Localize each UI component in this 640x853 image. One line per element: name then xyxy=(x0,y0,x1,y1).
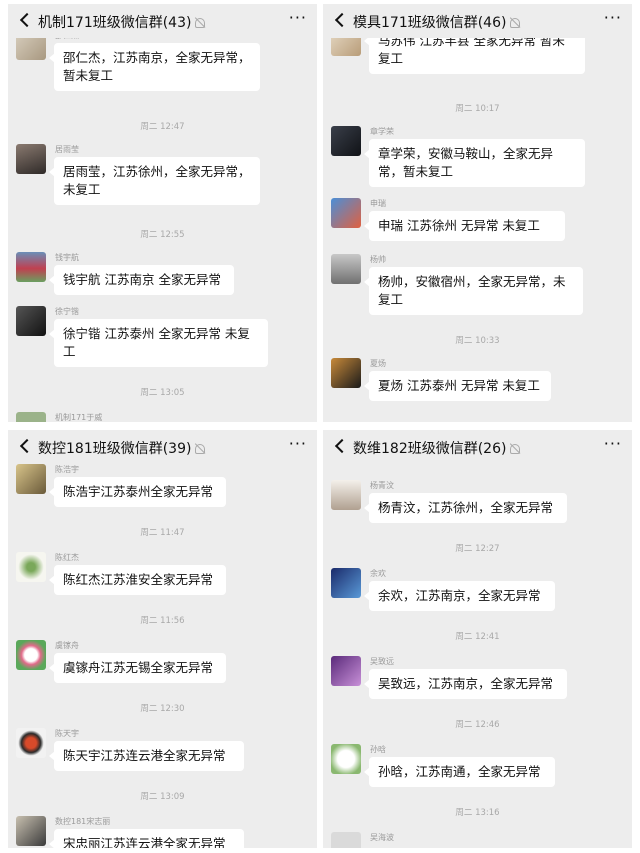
message-bubble[interactable]: 居雨莹，江苏徐州，全家无异常，未复工 xyxy=(49,157,260,205)
back-arrow-icon[interactable] xyxy=(16,11,34,29)
chat-title-text: 模具171班级微信群(46) xyxy=(353,15,507,31)
sender-name: 陈红杰 xyxy=(55,553,79,562)
message-list[interactable]: 陈浩宇 陈浩宇江苏泰州全家无异常 周二 11:47 陈红杰 陈红杰江苏淮安全家无… xyxy=(8,464,317,848)
sender-name: 余欢 xyxy=(370,569,386,578)
back-arrow-icon[interactable] xyxy=(331,11,349,29)
message-list[interactable]: 邵仁杰 邵仁杰，江苏南京，全家无异常，暂未复工 周二 12:47 居雨莹 居雨莹… xyxy=(8,30,317,422)
sender-name: 杨青汶 xyxy=(370,481,394,490)
timestamp: 周二 10:33 xyxy=(455,336,500,346)
avatar[interactable] xyxy=(331,744,361,774)
avatar[interactable] xyxy=(331,656,361,686)
sender-name: 机制171于威 xyxy=(55,413,103,422)
timestamp: 周二 11:56 xyxy=(140,616,185,626)
chat-title-text: 机制171班级微信群(43) xyxy=(38,15,192,31)
avatar[interactable] xyxy=(16,816,46,846)
message-bubble[interactable]: 章学荣，安徽马鞍山，全家无异常，暂未复工 xyxy=(364,139,585,187)
timestamp: 周二 13:09 xyxy=(140,792,185,802)
message-bubble[interactable]: 陈红杰江苏淮安全家无异常 xyxy=(49,565,226,595)
chat-panel-moju171: 模具171班级微信群(46) ··· 马苏伟 江苏丰县 全家无异常 暂未复工 周… xyxy=(323,4,632,422)
message-bubble[interactable]: 徐宁锴 江苏泰州 全家无异常 未复工 xyxy=(49,319,268,367)
chat-title: 数维182班级微信群(26) xyxy=(353,438,521,458)
sender-name: 夏炀 xyxy=(370,359,386,368)
message-bubble[interactable]: 吴致远，江苏南京，全家无异常 xyxy=(364,669,567,699)
message-bubble[interactable]: 杨帅，安徽宿州，全家无异常，未复工 xyxy=(364,267,583,315)
sender-name: 数控181宋志丽 xyxy=(55,817,111,826)
chat-title: 数控181班级微信群(39) xyxy=(38,438,206,458)
avatar[interactable] xyxy=(331,358,361,388)
avatar[interactable] xyxy=(16,144,46,174)
chat-header: 模具171班级微信群(46) ··· xyxy=(323,4,632,38)
chat-panel-jizhi171: 机制171班级微信群(43) ··· 邵仁杰 邵仁杰，江苏南京，全家无异常，暂未… xyxy=(8,4,317,422)
timestamp: 周二 12:47 xyxy=(140,122,185,132)
back-arrow-icon[interactable] xyxy=(331,437,349,455)
timestamp: 周二 13:16 xyxy=(455,808,500,818)
avatar[interactable] xyxy=(16,640,46,670)
mute-bell-icon xyxy=(195,18,206,28)
avatar[interactable] xyxy=(331,198,361,228)
timestamp: 周二 12:27 xyxy=(455,544,500,554)
back-arrow-icon[interactable] xyxy=(16,437,34,455)
message-bubble[interactable]: 钱宇航 江苏南京 全家无异常 xyxy=(49,265,234,295)
avatar[interactable] xyxy=(16,728,46,758)
avatar[interactable] xyxy=(16,412,46,422)
sender-name: 章学荣 xyxy=(370,127,394,136)
timestamp: 周二 12:55 xyxy=(140,230,185,240)
avatar[interactable] xyxy=(331,254,361,284)
avatar[interactable] xyxy=(331,832,361,848)
message-bubble[interactable]: 宋忠丽江苏连云港全家无异常 xyxy=(49,829,244,848)
chat-header: 机制171班级微信群(43) ··· xyxy=(8,4,317,38)
timestamp: 周二 12:30 xyxy=(140,704,185,714)
avatar[interactable] xyxy=(16,464,46,494)
avatar[interactable] xyxy=(16,252,46,282)
sender-name: 吴致远 xyxy=(370,657,394,666)
timestamp: 周二 12:41 xyxy=(455,632,500,642)
timestamp: 周二 11:47 xyxy=(140,528,185,538)
avatar[interactable] xyxy=(331,568,361,598)
sender-name: 居雨莹 xyxy=(55,145,79,154)
mute-bell-icon xyxy=(195,444,206,454)
message-bubble[interactable]: 申瑞 江苏徐州 无异常 未复工 xyxy=(364,211,565,241)
mute-bell-icon xyxy=(510,444,521,454)
timestamp: 周二 13:05 xyxy=(140,388,185,398)
sender-name: 孙晗 xyxy=(370,745,386,754)
chat-title: 模具171班级微信群(46) xyxy=(353,12,521,32)
sender-name: 虞镓舟 xyxy=(55,641,79,650)
chat-header: 数维182班级微信群(26) ··· xyxy=(323,430,632,464)
chat-panel-shukong181: 数控181班级微信群(39) ··· 陈浩宇 陈浩宇江苏泰州全家无异常 周二 1… xyxy=(8,430,317,848)
sender-name: 吴海波 xyxy=(370,833,394,842)
chat-header: 数控181班级微信群(39) ··· xyxy=(8,430,317,464)
message-bubble[interactable]: 夏炀 江苏泰州 无异常 未复工 xyxy=(364,371,551,401)
message-list[interactable]: 杨青汶 杨青汶，江苏徐州，全家无异常 周二 12:27 余欢 余欢，江苏南京，全… xyxy=(323,464,632,848)
message-bubble[interactable]: 孙晗，江苏南通，全家无异常 xyxy=(364,757,555,787)
sender-name: 钱宇航 xyxy=(55,253,79,262)
avatar[interactable] xyxy=(331,480,361,510)
avatar[interactable] xyxy=(16,306,46,336)
timestamp: 周二 12:46 xyxy=(455,720,500,730)
message-bubble[interactable]: 虞镓舟江苏无锡全家无异常 xyxy=(49,653,226,683)
more-dots-icon[interactable]: ··· xyxy=(289,436,307,452)
chat-panel-shuwei182: 数维182班级微信群(26) ··· 杨青汶 杨青汶，江苏徐州，全家无异常 周二… xyxy=(323,430,632,848)
avatar[interactable] xyxy=(16,552,46,582)
sender-name: 杨帅 xyxy=(370,255,386,264)
avatar[interactable] xyxy=(331,126,361,156)
sender-name: 陈天宇 xyxy=(55,729,79,738)
message-bubble[interactable]: 杨青汶，江苏徐州，全家无异常 xyxy=(364,493,567,523)
more-dots-icon[interactable]: ··· xyxy=(604,10,622,26)
sender-name: 申瑞 xyxy=(370,199,386,208)
message-list[interactable]: 马苏伟 江苏丰县 全家无异常 暂未复工 周二 10:17 章学荣 章学荣，安徽马… xyxy=(323,26,632,422)
chat-title-text: 数维182班级微信群(26) xyxy=(353,441,507,457)
chat-title-text: 数控181班级微信群(39) xyxy=(38,441,192,457)
sender-name: 陈浩宇 xyxy=(55,465,79,474)
chat-title: 机制171班级微信群(43) xyxy=(38,12,206,32)
message-bubble[interactable]: 陈浩宇江苏泰州全家无异常 xyxy=(49,477,226,507)
more-dots-icon[interactable]: ··· xyxy=(289,10,307,26)
message-bubble[interactable]: 陈天宇江苏连云港全家无异常 xyxy=(49,741,244,771)
message-bubble[interactable]: 邵仁杰，江苏南京，全家无异常，暂未复工 xyxy=(49,43,260,91)
more-dots-icon[interactable]: ··· xyxy=(604,436,622,452)
mute-bell-icon xyxy=(510,18,521,28)
message-bubble[interactable]: 余欢，江苏南京，全家无异常 xyxy=(364,581,555,611)
sender-name: 徐宁锴 xyxy=(55,307,79,316)
timestamp: 周二 10:17 xyxy=(455,104,500,114)
